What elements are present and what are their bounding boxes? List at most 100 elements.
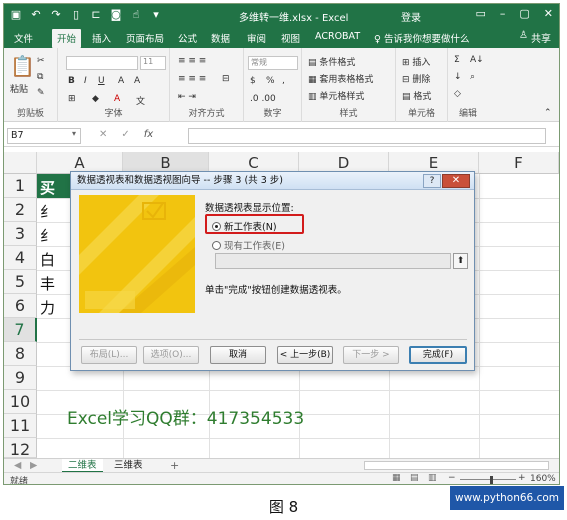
touch-icon[interactable]: ☝ — [130, 8, 142, 21]
maximize-icon[interactable]: ▢ — [519, 7, 529, 20]
camera-icon[interactable]: ◙ — [110, 8, 122, 21]
tab-review[interactable]: 审阅 — [247, 31, 266, 45]
shrink-font-icon[interactable]: A — [134, 76, 140, 86]
column-header-f[interactable]: F — [479, 152, 559, 174]
cell-a6[interactable]: 力 — [40, 297, 55, 318]
row-header-11[interactable]: 11 — [4, 414, 37, 438]
add-sheet-icon[interactable]: + — [164, 459, 185, 473]
formula-input[interactable] — [188, 128, 546, 144]
decimal-icon[interactable]: .0 .00 — [250, 94, 276, 104]
font-size-dropdown[interactable]: 11 — [140, 56, 166, 70]
login-link[interactable]: 登录 — [401, 9, 421, 24]
zoom-slider-thumb[interactable] — [490, 476, 493, 484]
ribbon-display-icon[interactable]: ▭ — [475, 7, 485, 20]
sheet-tab-3d[interactable]: 三维表 — [108, 459, 149, 473]
cancel-button[interactable]: 取消 — [210, 346, 266, 364]
row-header-12[interactable]: 12 — [4, 438, 37, 459]
tab-data[interactable]: 数据 — [211, 31, 230, 45]
number-format-dropdown[interactable]: 常规 — [248, 56, 298, 70]
row-header-2[interactable]: 2 — [4, 198, 37, 222]
format-painter-icon[interactable]: ✎ — [37, 88, 45, 98]
grow-font-icon[interactable]: A — [118, 76, 124, 86]
finish-button[interactable]: 完成(F) — [409, 346, 467, 364]
help-button[interactable]: ? — [423, 174, 441, 188]
row-header-10[interactable]: 10 — [4, 390, 37, 414]
bold-button[interactable]: B — [68, 76, 75, 86]
copy-icon[interactable]: ⧉ — [37, 72, 43, 82]
paste-label[interactable]: 粘贴 — [10, 82, 28, 95]
indent-icon[interactable]: ⇤ ⇥ — [178, 92, 196, 102]
next-button[interactable]: 下一步 > — [343, 346, 399, 364]
cut-icon[interactable]: ✂ — [37, 56, 45, 66]
tab-insert[interactable]: 插入 — [92, 31, 111, 45]
close-icon[interactable]: ✕ — [544, 7, 553, 20]
font-color-icon[interactable]: A — [114, 94, 120, 104]
open-icon[interactable]: ⊏ — [90, 8, 102, 21]
cell-a1[interactable]: 买 — [40, 177, 55, 198]
zoom-level[interactable]: 160% — [530, 474, 556, 484]
tab-acrobat[interactable]: ACROBAT — [315, 31, 360, 42]
collapse-ribbon-icon[interactable]: ⌃ — [544, 108, 552, 118]
undo-icon[interactable]: ↶ — [30, 8, 42, 21]
insert-cells-button[interactable]: ⊞ 插入 — [402, 55, 430, 68]
find-icon[interactable]: ⌕ — [470, 72, 475, 82]
fill-color-icon[interactable]: ◆ — [92, 94, 99, 104]
autosum-icon[interactable]: Σ — [454, 55, 460, 65]
clear-icon[interactable]: ◇ — [454, 89, 461, 99]
conditional-format-button[interactable]: ▤ 条件格式 — [308, 55, 355, 68]
row-header-6[interactable]: 6 — [4, 294, 37, 318]
row-header-8[interactable]: 8 — [4, 342, 37, 366]
tab-page-layout[interactable]: 页面布局 — [126, 31, 164, 45]
delete-cells-button[interactable]: ⊟ 删除 — [402, 72, 430, 85]
back-button[interactable]: < 上一步(B) — [277, 346, 333, 364]
radio-existing-worksheet[interactable]: 现有工作表(E) — [212, 238, 285, 252]
dialog-close-button[interactable]: ✕ — [442, 174, 470, 188]
paste-icon[interactable]: 📋 — [10, 54, 35, 78]
row-header-3[interactable]: 3 — [4, 222, 37, 246]
layout-button[interactable]: 布局(L)... — [81, 346, 137, 364]
merge-icon[interactable]: ⊟ — [222, 74, 230, 84]
top-align-icon[interactable]: ≡ ≡ ≡ — [178, 56, 206, 66]
zoom-in-icon[interactable]: + — [518, 473, 526, 483]
cancel-icon[interactable]: ✕ — [99, 129, 107, 140]
format-as-table-button[interactable]: ▦ 套用表格格式 — [308, 72, 373, 85]
cell-a3[interactable]: 纟 — [40, 225, 55, 246]
fill-icon[interactable]: ↓ — [454, 72, 462, 82]
row-header-5[interactable]: 5 — [4, 270, 37, 294]
cell-a2[interactable]: 纟 — [40, 201, 55, 222]
cell-styles-button[interactable]: ▥ 单元格样式 — [308, 89, 364, 102]
fx-icon[interactable]: fx — [144, 129, 153, 140]
row-header-4[interactable]: 4 — [4, 246, 37, 270]
sheet-tab-2d[interactable]: 二维表 — [62, 459, 103, 473]
border-icon[interactable]: ⊞ — [68, 94, 76, 104]
minimize-icon[interactable]: – — [500, 7, 506, 20]
redo-icon[interactable]: ↷ — [50, 8, 62, 21]
customize-icon[interactable]: ▾ — [150, 8, 162, 21]
percent-button[interactable]: % — [266, 76, 275, 86]
save-icon[interactable]: ▣ — [10, 8, 22, 21]
horizontal-scrollbar[interactable] — [364, 461, 549, 470]
normal-view-icon[interactable]: ▦ — [392, 473, 401, 483]
name-box-dropdown-icon[interactable]: ▾ — [72, 129, 76, 138]
new-file-icon[interactable]: ▯ — [70, 8, 82, 21]
cell-a4[interactable]: 白 — [40, 249, 55, 270]
tell-me-box[interactable]: ♀ 告诉我你想要做什么 — [374, 31, 470, 45]
select-all-corner[interactable] — [4, 152, 37, 174]
sort-filter-icon[interactable]: A↓ — [470, 55, 484, 65]
italic-button[interactable]: I — [84, 76, 87, 86]
currency-icon[interactable]: $ — [250, 76, 256, 86]
tab-scroll-right-icon[interactable]: ▶ — [24, 459, 43, 473]
page-layout-view-icon[interactable]: ▤ — [410, 473, 419, 483]
share-button[interactable]: ♙ 共享 — [519, 30, 551, 45]
range-input[interactable] — [215, 253, 451, 269]
radio-unselected-icon[interactable] — [212, 241, 221, 250]
row-header-9[interactable]: 9 — [4, 366, 37, 390]
radio-selected-icon[interactable] — [212, 222, 221, 231]
cell-a5[interactable]: 丰 — [40, 273, 55, 294]
name-box[interactable]: B7 — [7, 128, 81, 144]
row-header-7[interactable]: 7 — [4, 318, 37, 342]
format-cells-button[interactable]: ▤ 格式 — [402, 89, 431, 102]
enter-icon[interactable]: ✓ — [121, 129, 129, 140]
row-header-1[interactable]: 1 — [4, 174, 37, 198]
range-select-button[interactable]: ⬆ — [453, 253, 468, 269]
